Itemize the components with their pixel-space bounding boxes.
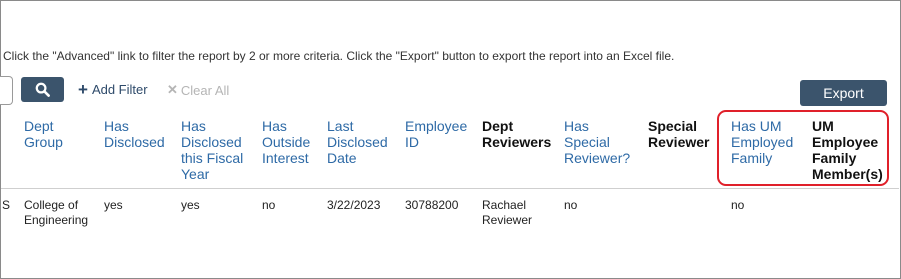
header-line: Group — [24, 134, 63, 150]
cell-has-um-employed-family: no — [731, 198, 745, 212]
header-line: Reviewer — [648, 134, 710, 150]
cell-has-disclosed-fiscal-year: yes — [181, 198, 200, 212]
header-line: Special — [648, 118, 698, 134]
header-line: Last — [327, 118, 354, 134]
instructions-text: Click the "Advanced" link to filter the … — [3, 49, 675, 63]
header-line: ID — [405, 134, 419, 150]
header-line: Has — [564, 118, 589, 134]
search-input[interactable] — [0, 76, 13, 105]
cell-line: College of — [24, 198, 79, 212]
header-line: Dept — [482, 118, 514, 134]
column-header-special-reviewer: Special Reviewer — [648, 118, 709, 150]
plus-icon: + — [78, 80, 88, 99]
header-line: Reviewers — [482, 134, 552, 150]
header-line: Interest — [262, 150, 309, 166]
add-filter-button[interactable]: + Add Filter — [78, 80, 148, 99]
cell-line: Reviewer — [482, 213, 533, 227]
header-line: Date — [327, 150, 357, 166]
cell-has-disclosed: yes — [104, 198, 123, 212]
export-button[interactable]: Export — [800, 80, 887, 106]
clear-all-label: Clear All — [180, 82, 230, 98]
cell-dept-group: College of Engineering — [24, 198, 88, 228]
row-truncated-prefix: S — [2, 198, 11, 212]
header-line: Employee — [405, 118, 468, 134]
clear-all-button[interactable]: ✕ Clear All — [167, 82, 229, 98]
cell-has-special-reviewer: no — [564, 198, 578, 212]
column-header-has-disclosed[interactable]: Has Disclosed — [104, 118, 165, 150]
close-icon: ✕ — [167, 82, 178, 97]
header-line: Has — [262, 118, 287, 134]
header-line: Outside — [262, 134, 311, 150]
header-line: Disclosed — [327, 134, 388, 150]
header-divider — [1, 188, 899, 189]
header-line: Special — [564, 134, 610, 150]
header-line: Disclosed — [181, 134, 242, 150]
column-header-has-special-reviewer[interactable]: Has Special Reviewer? — [564, 118, 630, 166]
column-header-last-disclosed-date[interactable]: Last Disclosed Date — [327, 118, 388, 166]
header-line: Dept — [24, 118, 54, 134]
header-line: Reviewer? — [564, 150, 631, 166]
header-line: this Fiscal — [181, 150, 244, 166]
cell-has-outside-interest: no — [262, 198, 276, 212]
cell-line: Engineering — [24, 213, 89, 227]
add-filter-label: Add Filter — [91, 82, 148, 97]
search-button[interactable] — [21, 77, 64, 102]
cell-dept-reviewers: Rachael Reviewer — [482, 198, 532, 228]
cell-employee-id: 30788200 — [405, 198, 459, 212]
column-header-has-outside-interest[interactable]: Has Outside Interest — [262, 118, 310, 166]
column-header-employee-id[interactable]: Employee ID — [405, 118, 467, 150]
cell-last-disclosed-date: 3/22/2023 — [327, 198, 381, 212]
cell-line: Rachael — [482, 198, 527, 212]
column-header-dept-group[interactable]: Dept Group — [24, 118, 63, 150]
highlight-box — [717, 110, 889, 186]
header-line: Has — [181, 118, 206, 134]
search-icon — [35, 82, 50, 97]
header-line: Disclosed — [104, 134, 165, 150]
header-line: Has — [104, 118, 129, 134]
column-header-dept-reviewers: Dept Reviewers — [482, 118, 551, 150]
header-line: Year — [181, 166, 210, 182]
column-header-has-disclosed-fiscal-year[interactable]: Has Disclosed this Fiscal Year — [181, 118, 243, 182]
